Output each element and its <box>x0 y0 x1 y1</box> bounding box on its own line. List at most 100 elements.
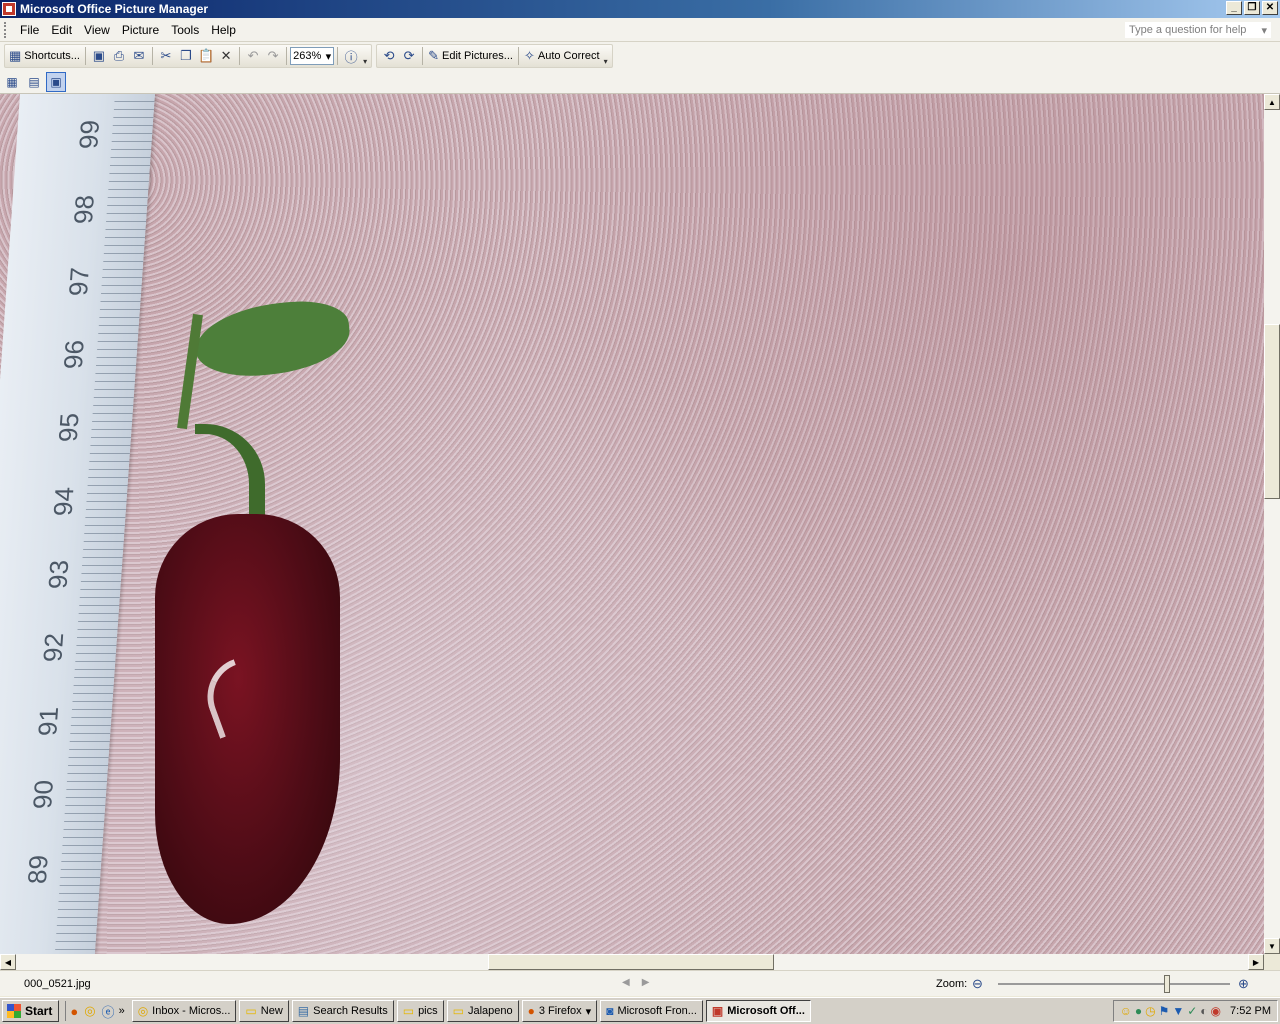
scroll-down-button[interactable]: ▼ <box>1264 938 1280 954</box>
copy-icon: ❐ <box>180 48 192 63</box>
help-icon: ⓘ <box>344 49 358 65</box>
single-picture-view-button[interactable]: ▣ <box>46 71 66 92</box>
toolbar-separator <box>84 47 86 65</box>
zoom-slider-track[interactable] <box>998 983 1230 985</box>
task-label: Inbox - Micros... <box>152 1005 231 1017</box>
save-button[interactable]: ▣ <box>89 46 109 66</box>
zoom-in-icon[interactable]: ⊕ <box>1238 976 1249 992</box>
quick-launch-overflow[interactable]: » <box>119 1005 125 1017</box>
filmstrip-view-button[interactable]: ▤ <box>24 72 44 92</box>
chevron-down-icon: ▾ <box>585 1005 592 1018</box>
horizontal-scroll-thumb[interactable] <box>488 954 774 970</box>
shortcuts-label: Shortcuts... <box>24 50 80 62</box>
rotate-left-icon: ⟲ <box>383 48 395 63</box>
single-picture-view-icon: ▣ <box>50 74 62 89</box>
menu-tools[interactable]: Tools <box>165 23 205 37</box>
minimize-button[interactable]: _ <box>1226 1 1242 15</box>
previous-picture-icon[interactable]: ◀ <box>622 977 630 988</box>
network-icon[interactable]: ⚑ <box>1159 1004 1170 1018</box>
ruler-number: 99 <box>73 120 106 149</box>
arrow-left-icon: ◀ <box>4 957 12 967</box>
paste-icon: 📋 <box>197 48 215 63</box>
ruler-number: 89 <box>21 855 54 884</box>
wireless-icon[interactable]: ✓ <box>1187 1004 1197 1018</box>
ruler-number: 98 <box>67 195 100 224</box>
menu-help[interactable]: Help <box>205 23 242 37</box>
taskbar-item-inbox[interactable]: ◎ Inbox - Micros... <box>131 1000 237 1022</box>
scroll-right-button[interactable]: ▶ <box>1248 954 1264 970</box>
vertical-scroll-thumb[interactable] <box>1264 324 1280 499</box>
edit-pictures-label: Edit Pictures... <box>442 50 513 62</box>
copy-button[interactable]: ❐ <box>176 46 196 66</box>
help-button[interactable]: ⓘ <box>341 46 361 66</box>
taskbar-item-jalapeno[interactable]: ▭ Jalapeno <box>446 1000 519 1022</box>
scroll-left-button[interactable]: ◀ <box>0 954 16 970</box>
rotate-left-button[interactable]: ⟲ <box>379 46 399 66</box>
shortcuts-button[interactable]: ▦ Shortcuts... <box>7 46 82 66</box>
view-bar: ▦ ▤ ▣ <box>0 70 1280 94</box>
firefox-icon[interactable]: ● <box>70 1004 78 1019</box>
zoom-out-icon[interactable]: ⊖ <box>972 976 983 992</box>
toolbar-options-button[interactable]: ▾ <box>602 46 610 66</box>
zoom-slider-thumb[interactable] <box>1164 975 1171 993</box>
security-icon[interactable]: ◉ <box>1211 1004 1221 1018</box>
thumbnail-view-button[interactable]: ▦ <box>2 72 22 92</box>
window-title: Microsoft Office Picture Manager <box>20 2 209 16</box>
auto-correct-button[interactable]: ✧ Auto Correct <box>522 46 602 66</box>
edit-pictures-icon: ✎ <box>428 48 440 63</box>
menu-view[interactable]: View <box>78 23 116 37</box>
horizontal-scrollbar[interactable]: ◀ ▶ <box>0 954 1264 970</box>
picture-viewport[interactable]: 99 98 97 96 95 94 93 92 91 90 89 <box>0 94 1264 954</box>
buddy-icon[interactable]: ● <box>1135 1004 1142 1018</box>
taskbar-item-frontpage[interactable]: ◙ Microsoft Fron... <box>600 1000 703 1022</box>
pepper-leaf <box>191 296 354 382</box>
outlook-icon[interactable]: ◎ <box>84 1003 95 1019</box>
restore-button[interactable]: ❐ <box>1244 1 1260 15</box>
toolbar-separator <box>151 47 153 65</box>
messenger-icon[interactable]: ☺ <box>1120 1004 1132 1018</box>
cut-button[interactable]: ✂ <box>156 46 176 66</box>
paste-button[interactable]: 📋 <box>196 46 216 66</box>
taskbar-item-firefox[interactable]: ● 3 Firefox ▾ <box>521 1000 598 1022</box>
clock[interactable]: 7:52 PM <box>1230 1005 1271 1017</box>
chevron-down-icon[interactable]: ▾ <box>1261 24 1267 37</box>
arrow-down-icon: ▼ <box>1268 941 1276 951</box>
taskbar-item-search-results[interactable]: ▤ Search Results <box>291 1000 394 1022</box>
edit-pictures-button[interactable]: ✎ Edit Pictures... <box>426 46 515 66</box>
rotate-right-button[interactable]: ⟳ <box>399 46 419 66</box>
undo-button[interactable]: ↶ <box>243 46 263 66</box>
start-button[interactable]: Start <box>2 1000 60 1022</box>
taskbar-item-pics[interactable]: ▭ pics <box>396 1000 444 1022</box>
vertical-scrollbar[interactable]: ▲ ▼ <box>1264 94 1280 954</box>
toolbar-separator <box>239 47 241 65</box>
menu-grip[interactable] <box>4 21 8 38</box>
clock-tray-icon[interactable]: ◷ <box>1145 1004 1155 1018</box>
taskbar-item-new[interactable]: ▭ New <box>239 1000 289 1022</box>
email-button[interactable]: ✉ <box>129 46 149 66</box>
rotate-right-icon: ⟳ <box>403 48 415 63</box>
menu-edit[interactable]: Edit <box>45 23 78 37</box>
zoom-label: Zoom: <box>936 978 968 990</box>
toolbar-options-button[interactable]: ▾ <box>361 46 369 66</box>
next-picture-icon[interactable]: ▶ <box>642 977 650 988</box>
window-controls: _ ❐ ✕ <box>1226 1 1278 15</box>
taskbar-item-picture-manager[interactable]: ▣ Microsoft Off... <box>705 1000 811 1022</box>
filmstrip-view-icon: ▤ <box>28 74 40 89</box>
menu-picture[interactable]: Picture <box>116 23 165 37</box>
shortcuts-icon: ▦ <box>9 48 22 63</box>
frontpage-icon: ◙ <box>606 1004 614 1018</box>
volume-icon[interactable]: ◐ <box>1200 1004 1207 1018</box>
redo-button[interactable]: ↷ <box>263 46 283 66</box>
menu-file[interactable]: File <box>14 23 45 37</box>
ie-icon[interactable]: ⓔ <box>102 1002 115 1021</box>
print-button[interactable]: ⎙ <box>109 46 129 66</box>
antivirus-icon[interactable]: ▼ <box>1172 1004 1184 1018</box>
ruler-number: 90 <box>26 780 59 809</box>
zoom-select[interactable]: 263% ▾ <box>290 47 335 65</box>
ruler-number: 92 <box>37 633 70 662</box>
scroll-up-button[interactable]: ▲ <box>1264 94 1280 110</box>
chevron-down-icon: ▾ <box>325 50 332 63</box>
delete-button[interactable]: ✕ <box>216 46 236 66</box>
help-search-input[interactable]: Type a question for help ▾ <box>1124 21 1272 39</box>
close-button[interactable]: ✕ <box>1262 1 1278 15</box>
